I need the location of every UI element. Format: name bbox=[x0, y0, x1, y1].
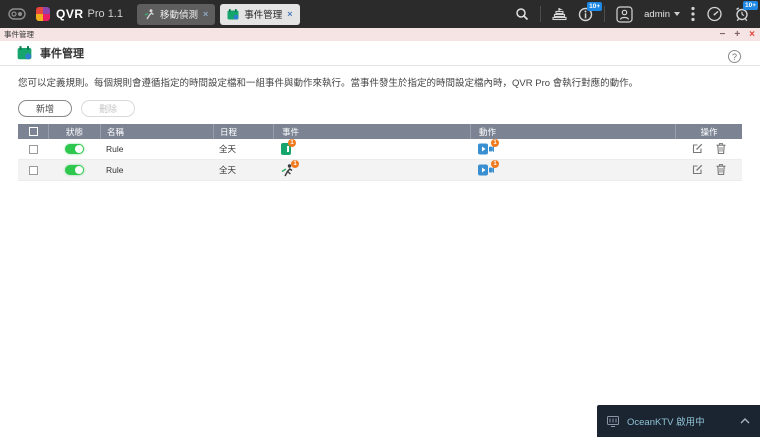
column-name[interactable]: 名稱 bbox=[100, 124, 213, 139]
tab-label: 移動偵測 bbox=[159, 10, 198, 21]
alarm-badge: 10+ bbox=[743, 1, 759, 10]
row-checkbox[interactable] bbox=[28, 165, 38, 175]
user-icon[interactable] bbox=[616, 5, 633, 23]
oceanktv-label: OceanKTV 啟用中 bbox=[627, 417, 705, 428]
window-title: 事件管理 bbox=[4, 30, 34, 39]
help-icon[interactable]: ? bbox=[728, 50, 741, 63]
tab-event-management[interactable]: 事件管理 × bbox=[220, 3, 300, 25]
delete-icon[interactable] bbox=[716, 163, 726, 177]
event-count-badge: 1 bbox=[291, 159, 299, 168]
oceanktv-icon bbox=[607, 415, 619, 427]
select-all-checkbox[interactable] bbox=[28, 127, 38, 136]
status-toggle[interactable] bbox=[64, 165, 84, 175]
rule-schedule: 全天 bbox=[219, 165, 237, 175]
window-titlebar: 事件管理 − + × bbox=[0, 28, 760, 41]
username: admin bbox=[644, 8, 670, 20]
page-header: 事件管理 ? bbox=[0, 41, 760, 66]
tab-label: 事件管理 bbox=[244, 10, 283, 21]
table-header: 狀態 名稱 日程 事件 動作 操作 bbox=[18, 124, 742, 139]
event-management-icon bbox=[227, 8, 239, 20]
column-status[interactable]: 狀態 bbox=[48, 124, 100, 139]
description-text: 您可以定義規則。每個規則會遵循指定的時間設定檔和一組事件與動作來執行。當事件發生… bbox=[18, 78, 639, 89]
minimize-button[interactable]: − bbox=[719, 29, 725, 40]
product-name: QVR bbox=[56, 7, 84, 21]
event-log-icon[interactable] bbox=[552, 7, 567, 21]
search-icon[interactable] bbox=[515, 7, 529, 21]
table-row: Rule 全天 1 1 bbox=[18, 139, 742, 160]
event-count-badge: 1 bbox=[288, 139, 296, 147]
column-operations[interactable]: 操作 bbox=[675, 124, 742, 139]
admin-menu[interactable]: admin bbox=[644, 9, 680, 20]
rule-schedule: 全天 bbox=[219, 144, 237, 154]
motion-detection-event-icon[interactable]: 1 bbox=[281, 159, 299, 177]
main-menu-icon[interactable] bbox=[8, 7, 26, 21]
tab-close-icon[interactable]: × bbox=[287, 9, 292, 19]
info-badge: 10+ bbox=[587, 1, 603, 11]
delete-button[interactable]: 刪除 bbox=[81, 100, 136, 117]
event-management-icon bbox=[17, 46, 32, 60]
edit-icon[interactable] bbox=[692, 164, 703, 177]
rule-name: Rule bbox=[106, 144, 124, 154]
tab-close-icon[interactable]: × bbox=[203, 9, 208, 19]
event-management-panel: 事件管理 ? 您可以定義規則。每個規則會遵循指定的時間設定檔和一組事件與動作來執… bbox=[0, 41, 760, 437]
toolbar: 新增 刪除 bbox=[18, 100, 760, 117]
chevron-down-icon bbox=[674, 12, 680, 16]
qvr-logo-icon bbox=[36, 7, 50, 21]
app-tabs: 移動偵測 × 事件管理 × bbox=[136, 3, 300, 25]
column-schedule[interactable]: 日程 bbox=[213, 124, 273, 139]
column-action[interactable]: 動作 bbox=[470, 124, 675, 139]
action-count-badge: 1 bbox=[491, 160, 499, 168]
product-version: Pro 1.1 bbox=[87, 8, 123, 20]
page-title: 事件管理 bbox=[40, 48, 84, 60]
add-button[interactable]: 新增 bbox=[18, 100, 73, 117]
table-row: Rule 全天 1 1 bbox=[18, 159, 742, 181]
more-options-icon[interactable] bbox=[691, 6, 695, 22]
recording-action-icon[interactable]: 1 bbox=[478, 139, 499, 155]
alarm-icon[interactable]: 10+ bbox=[734, 1, 759, 22]
recording-action-icon[interactable]: 1 bbox=[478, 160, 499, 176]
motion-detection-icon bbox=[144, 8, 154, 19]
row-checkbox[interactable] bbox=[28, 144, 38, 154]
toolbar-divider bbox=[540, 6, 542, 22]
delete-icon[interactable] bbox=[716, 142, 726, 156]
rules-table: 狀態 名稱 日程 事件 動作 操作 Rule 全天 1 1 Rule 全天 1 … bbox=[18, 124, 742, 181]
toolbar-divider bbox=[604, 6, 606, 22]
alarm-input-event-icon[interactable]: 1 bbox=[281, 139, 296, 155]
qvr-pro-logo[interactable]: QVR Pro 1.1 bbox=[36, 7, 123, 21]
notifications-info-icon[interactable]: 10+ bbox=[578, 1, 603, 22]
status-toggle[interactable] bbox=[64, 144, 84, 154]
top-bar: QVR Pro 1.1 移動偵測 × 事件管理 × 10+ admin 10+ bbox=[0, 0, 760, 28]
close-button[interactable]: × bbox=[749, 29, 755, 40]
resource-monitor-icon[interactable] bbox=[706, 6, 723, 22]
edit-icon[interactable] bbox=[692, 143, 703, 156]
chevron-up-icon[interactable] bbox=[740, 418, 750, 424]
rule-name: Rule bbox=[106, 165, 124, 175]
action-count-badge: 1 bbox=[491, 139, 499, 147]
tab-motion-detection[interactable]: 移動偵測 × bbox=[136, 3, 216, 25]
oceanktv-status-bar[interactable]: OceanKTV 啟用中 bbox=[597, 405, 760, 437]
column-event[interactable]: 事件 bbox=[273, 124, 470, 139]
maximize-button[interactable]: + bbox=[734, 29, 740, 40]
